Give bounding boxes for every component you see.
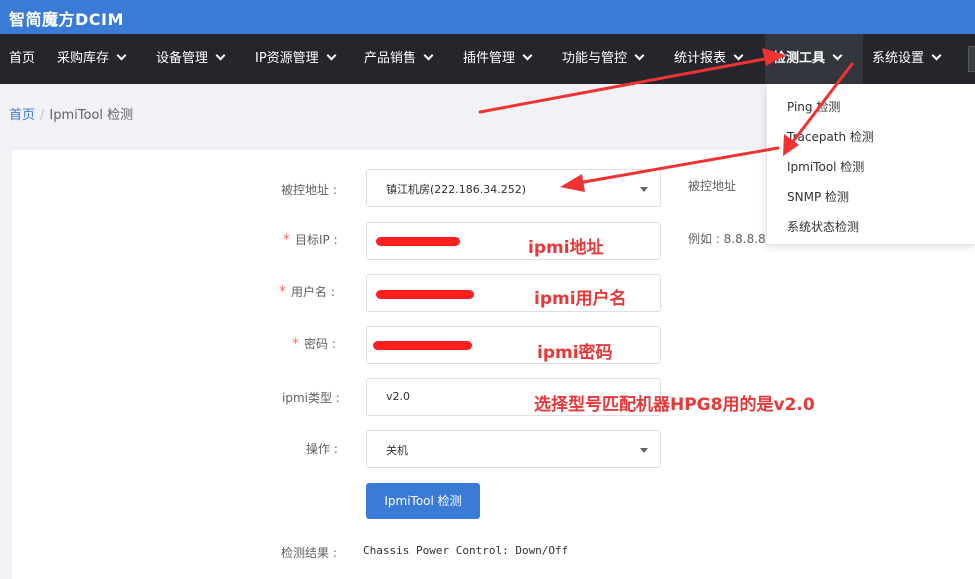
nav-item-ip-resources[interactable]: IP资源管理 (255, 34, 337, 84)
operation-select[interactable]: 关机 (366, 430, 661, 468)
nav-item-plugins[interactable]: 插件管理 (463, 34, 533, 84)
chevron-down-icon (423, 50, 434, 61)
controlled-address-label: 被控地址 : (281, 183, 337, 197)
nav-label: 插件管理 (463, 51, 516, 66)
password-label: * 密码 : (292, 335, 336, 352)
target-ip-input[interactable] (366, 222, 661, 260)
nav-overflow-button[interactable] (968, 46, 975, 72)
nav-label: IP资源管理 (255, 51, 319, 66)
operation-value: 关机 (386, 444, 408, 457)
caret-down-icon (640, 187, 648, 192)
redaction-mark (376, 290, 474, 299)
nav-item-devices[interactable]: 设备管理 (156, 34, 226, 84)
side-example-hint: 例如 : 8.8.8.8 (688, 232, 766, 246)
nav-label: 产品销售 (364, 51, 417, 66)
annotation-ipmi-type: 选择型号匹配机器HPG8用的是v2.0 (534, 395, 815, 415)
redaction-mark (376, 237, 460, 246)
nav-label: 采购库存 (57, 51, 110, 66)
side-controlled-address: 被控地址 (688, 179, 737, 193)
menu-item-snmp[interactable]: SNMP 检测 (787, 188, 849, 205)
chevron-down-icon (215, 50, 226, 61)
nav-label: 统计报表 (674, 51, 727, 66)
nav-item-settings[interactable]: 系统设置 (872, 34, 942, 84)
breadcrumb-separator: / (40, 108, 45, 123)
app-title: 智简魔方DCIM (9, 10, 124, 29)
menu-item-ping[interactable]: Ping 检测 (787, 98, 840, 115)
nav-label: 系统设置 (872, 51, 925, 66)
nav-item-sales[interactable]: 产品销售 (364, 34, 434, 84)
redaction-mark (373, 341, 472, 350)
top-bar: 智简魔方DCIM (0, 0, 975, 34)
username-label-text: 用户名 : (291, 285, 335, 299)
annotation-target-ip: ipmi地址 (528, 238, 604, 258)
chevron-down-icon (832, 50, 843, 61)
controlled-address-value: 镇江机房(222.186.34.252) (386, 183, 527, 196)
menu-item-ipmitool[interactable]: IpmiTool 检测 (787, 158, 864, 175)
chevron-down-icon (326, 50, 337, 61)
ipmitool-check-button[interactable]: IpmiTool 检测 (366, 483, 480, 519)
password-input[interactable] (366, 326, 661, 364)
nav-label: 设备管理 (156, 51, 209, 66)
nav-label: 首页 (9, 51, 36, 66)
required-mark: * (283, 232, 290, 248)
chevron-down-icon (733, 50, 744, 61)
result-label: 检测结果 : (281, 546, 337, 560)
chevron-down-icon (634, 50, 645, 61)
controlled-address-select[interactable]: 镇江机房(222.186.34.252) (366, 169, 661, 207)
chevron-down-icon (931, 50, 942, 61)
nav-item-purchase[interactable]: 采购库存 (57, 34, 127, 84)
nav-label: 检测工具 (773, 51, 826, 66)
nav-item-functions[interactable]: 功能与管控 (562, 34, 645, 84)
required-mark: * (279, 284, 286, 300)
operation-label: 操作 : (306, 442, 338, 456)
chevron-down-icon (522, 50, 533, 61)
annotation-username: ipmi用户名 (534, 289, 627, 309)
password-label-text: 密码 : (304, 337, 336, 351)
breadcrumb-current: IpmiTool 检测 (49, 108, 134, 123)
caret-down-icon (640, 448, 648, 453)
ipmi-type-value: v2.0 (386, 390, 411, 403)
menu-item-system-status[interactable]: 系统状态检测 (787, 218, 859, 235)
target-ip-label-text: 目标IP : (295, 233, 338, 247)
nav-label: 功能与管控 (562, 51, 628, 66)
annotation-password: ipmi密码 (537, 343, 613, 363)
target-ip-label: * 目标IP : (283, 231, 338, 248)
result-value: Chassis Power Control: Down/Off (363, 544, 569, 557)
breadcrumb: 首页 / IpmiTool 检测 (9, 104, 133, 123)
menu-item-tracepath[interactable]: Tracepath 检测 (787, 128, 874, 145)
nav-item-reports[interactable]: 统计报表 (674, 34, 744, 84)
nav-item-home[interactable]: 首页 (9, 34, 35, 84)
chevron-down-icon (116, 50, 127, 61)
required-mark: * (292, 336, 299, 352)
main-nav: 首页 采购库存 设备管理 IP资源管理 产品销售 插件管理 功能与管控 统计报表… (0, 34, 975, 84)
tools-dropdown-menu: Ping 检测 Tracepath 检测 IpmiTool 检测 SNMP 检测… (766, 84, 975, 245)
nav-item-tools[interactable]: 检测工具 (765, 34, 863, 84)
breadcrumb-home[interactable]: 首页 (9, 108, 35, 123)
ipmi-type-label: ipmi类型 : (282, 391, 340, 405)
username-label: * 用户名 : (279, 283, 335, 300)
